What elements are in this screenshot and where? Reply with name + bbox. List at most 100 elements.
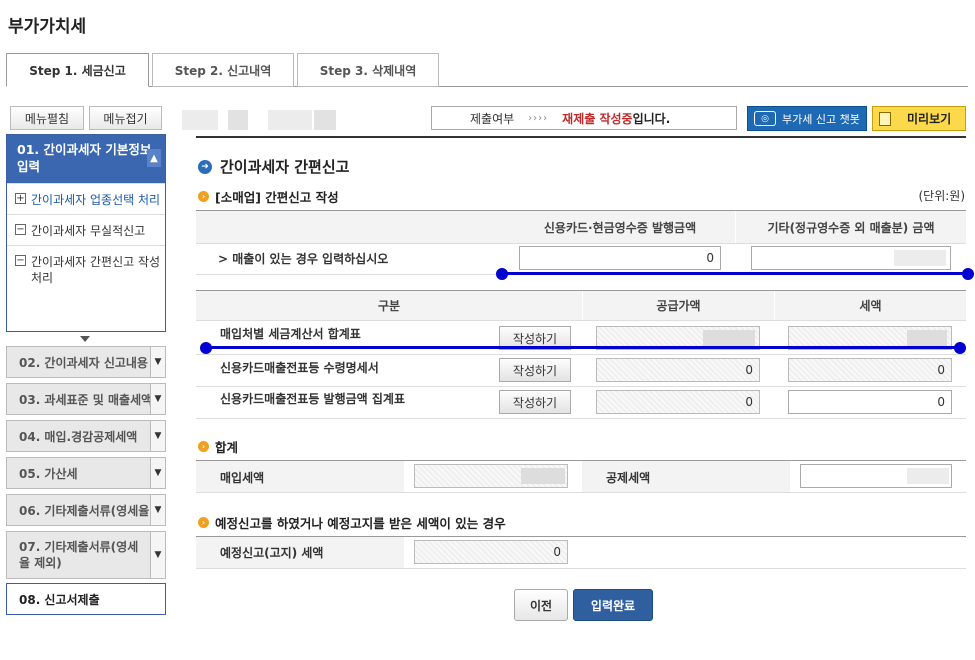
section-title-text: 간이과세자 간편신고 <box>220 158 350 176</box>
supply-card-received: 0 <box>596 358 760 382</box>
sales-section-title-text: [소매업] 간편신고 작성 <box>215 190 339 205</box>
expand-menu-button[interactable]: 메뉴펼침 <box>10 106 84 130</box>
status-label: 제출여부 <box>470 111 515 126</box>
sidebar-step-label: 08. 신고서제출 <box>19 592 100 607</box>
row-divider <box>196 492 966 493</box>
arrows-icon: ›››› <box>528 112 549 124</box>
preview-button[interactable]: 미리보기 <box>872 106 966 131</box>
total-section-title: › 합계 <box>198 437 238 456</box>
annotation-dot <box>496 268 508 280</box>
row-divider <box>196 354 966 355</box>
prev-button[interactable]: 이전 <box>514 589 568 621</box>
redacted-field <box>228 110 248 130</box>
annotation-dot <box>962 268 974 280</box>
annotation-dot <box>200 342 212 354</box>
card-sales-input[interactable]: 0 <box>519 246 721 270</box>
deduct-tax-value <box>800 464 952 488</box>
sidebar-step-08[interactable]: 08. 신고서제출 <box>6 583 166 615</box>
chevron-down-icon[interactable]: ▼ <box>150 495 165 525</box>
sidebar-item-label: 간이과세자 간편신고 작성 처리 <box>31 255 161 285</box>
row-label-tax-invoice: 매입처별 세금계산서 합계표 <box>220 327 361 341</box>
redacted-field <box>182 110 218 130</box>
plus-icon: + <box>15 193 26 204</box>
unit-label: (단위:원) <box>918 189 965 203</box>
collapse-menu-button[interactable]: 메뉴접기 <box>89 106 162 130</box>
chevron-down-icon[interactable]: ▼ <box>150 384 165 414</box>
bullet-icon: › <box>198 517 209 528</box>
section-title: ➜ 간이과세자 간편신고 <box>198 156 349 177</box>
chevron-down-icon[interactable]: ▼ <box>150 532 165 578</box>
tax-card-received: 0 <box>788 358 952 382</box>
sales-row-label: > 매출이 있는 경우 입력하십시오 <box>218 252 389 266</box>
complete-button[interactable]: 입력완료 <box>573 589 653 621</box>
row-label-card-issued: 신용카드매출전표등 발행금액 집계표 <box>220 392 405 406</box>
chevron-down-icon[interactable]: ▼ <box>150 347 165 377</box>
sidebar-step-06[interactable]: 06. 기타제출서류(영세율) ▼ <box>6 494 166 526</box>
preview-button-label: 미리보기 <box>907 112 952 126</box>
col-tax-header: 세액 <box>775 291 966 320</box>
tab-step1[interactable]: Step 1. 세금신고 <box>6 53 149 87</box>
col-card-header: 신용카드·현금영수증 발행금액 <box>505 211 735 243</box>
sidebar-step-01-label: 01. 간이과세자 기본정보 입력 <box>17 142 152 174</box>
arrow-right-icon: ➜ <box>198 159 212 174</box>
sidebar-step-label: 04. 매입.경감공제세액 <box>19 429 138 444</box>
sidebar-step-label: 06. 기타제출서류(영세율) <box>19 503 155 518</box>
col-supply-header: 공급가액 <box>583 291 774 320</box>
supply-card-issued: 0 <box>596 390 760 414</box>
sidebar-step-02[interactable]: 02. 간이과세자 신고내용 ▼ <box>6 346 166 378</box>
document-icon <box>879 112 891 126</box>
col-category-header: 구분 <box>196 291 582 320</box>
prelim-section-title: › 예정신고를 하였거나 예정고지를 받은 세액이 있는 경우 <box>198 513 506 532</box>
write-button-card-issued[interactable]: 작성하기 <box>499 390 571 414</box>
tax-card-issued-input[interactable]: 0 <box>788 390 952 414</box>
minus-icon: − <box>15 224 26 235</box>
chat-icon: ◎ <box>754 111 776 126</box>
annotation-line <box>502 272 968 275</box>
sidebar-step-05[interactable]: 05. 가산세 ▼ <box>6 457 166 489</box>
redacted-value <box>894 250 946 266</box>
tab-step2[interactable]: Step 2. 신고내역 <box>152 53 294 87</box>
prelim-tax-label: 예정신고(고지) 세액 <box>220 546 324 560</box>
sidebar-step-label: 05. 가산세 <box>19 466 78 481</box>
col-other-header: 기타(정규영수증 외 매출분) 금액 <box>736 211 966 243</box>
header-divider <box>196 136 966 138</box>
down-arrow-icon <box>80 336 90 342</box>
chevron-down-icon[interactable]: ▼ <box>150 421 165 451</box>
minus-icon: − <box>15 255 26 266</box>
row-divider <box>196 386 966 387</box>
header-blank <box>196 211 505 243</box>
sidebar-step-03[interactable]: 03. 과세표준 및 매출세액 ▼ <box>6 383 166 415</box>
purchase-tax-value <box>414 464 568 488</box>
sidebar-step-label: 02. 간이과세자 신고내용 <box>19 355 148 370</box>
chevron-down-icon[interactable]: ▼ <box>150 458 165 488</box>
sidebar-step-04[interactable]: 04. 매입.경감공제세액 ▼ <box>6 420 166 452</box>
redacted-value <box>907 330 947 346</box>
tab-step3[interactable]: Step 3. 삭제내역 <box>297 53 439 87</box>
redacted-value <box>703 330 755 346</box>
write-button-card-received[interactable]: 작성하기 <box>499 358 571 382</box>
sidebar-item-no-activity[interactable]: − 간이과세자 무실적신고 <box>7 214 165 245</box>
sidebar-item-business-type[interactable]: + 간이과세자 업종선택 처리 <box>7 183 165 214</box>
row-divider <box>196 243 966 244</box>
prelim-tax-value: 0 <box>414 540 568 564</box>
deduct-tax-label: 공제세액 <box>606 471 651 485</box>
page-title: 부가가치세 <box>8 17 87 37</box>
sidebar-item-label: 간이과세자 무실적신고 <box>31 224 146 238</box>
other-sales-input[interactable] <box>751 246 951 270</box>
prelim-section-title-text: 예정신고를 하였거나 예정고지를 받은 세액이 있는 경우 <box>215 516 506 531</box>
sidebar-step-label: 07. 기타제출서류(영세율 제외) <box>19 540 139 570</box>
sidebar-item-label: 간이과세자 업종선택 처리 <box>31 193 161 207</box>
sidebar-step-01[interactable]: 01. 간이과세자 기본정보 입력 ▲ <box>7 135 165 183</box>
sidebar-item-simple-report[interactable]: − 간이과세자 간편신고 작성 처리 <box>7 245 165 292</box>
row-divider <box>196 320 966 321</box>
chatbot-button-label: 부가세 신고 챗봇 <box>782 112 860 126</box>
caret-up-icon[interactable]: ▲ <box>147 149 161 167</box>
sales-section-title: › [소매업] 간편신고 작성 <box>198 187 339 206</box>
sidebar-step-07[interactable]: 07. 기타제출서류(영세율 제외) ▼ <box>6 531 166 579</box>
sidebar-current-step: 01. 간이과세자 기본정보 입력 ▲ + 간이과세자 업종선택 처리 − 간이… <box>6 134 166 332</box>
status-value: 재제출 작성중 <box>562 111 633 126</box>
redacted-field <box>268 110 312 130</box>
chatbot-button[interactable]: ◎ 부가세 신고 챗봇 <box>747 106 867 131</box>
bullet-icon: › <box>198 441 209 452</box>
total-section-title-text: 합계 <box>215 440 239 455</box>
